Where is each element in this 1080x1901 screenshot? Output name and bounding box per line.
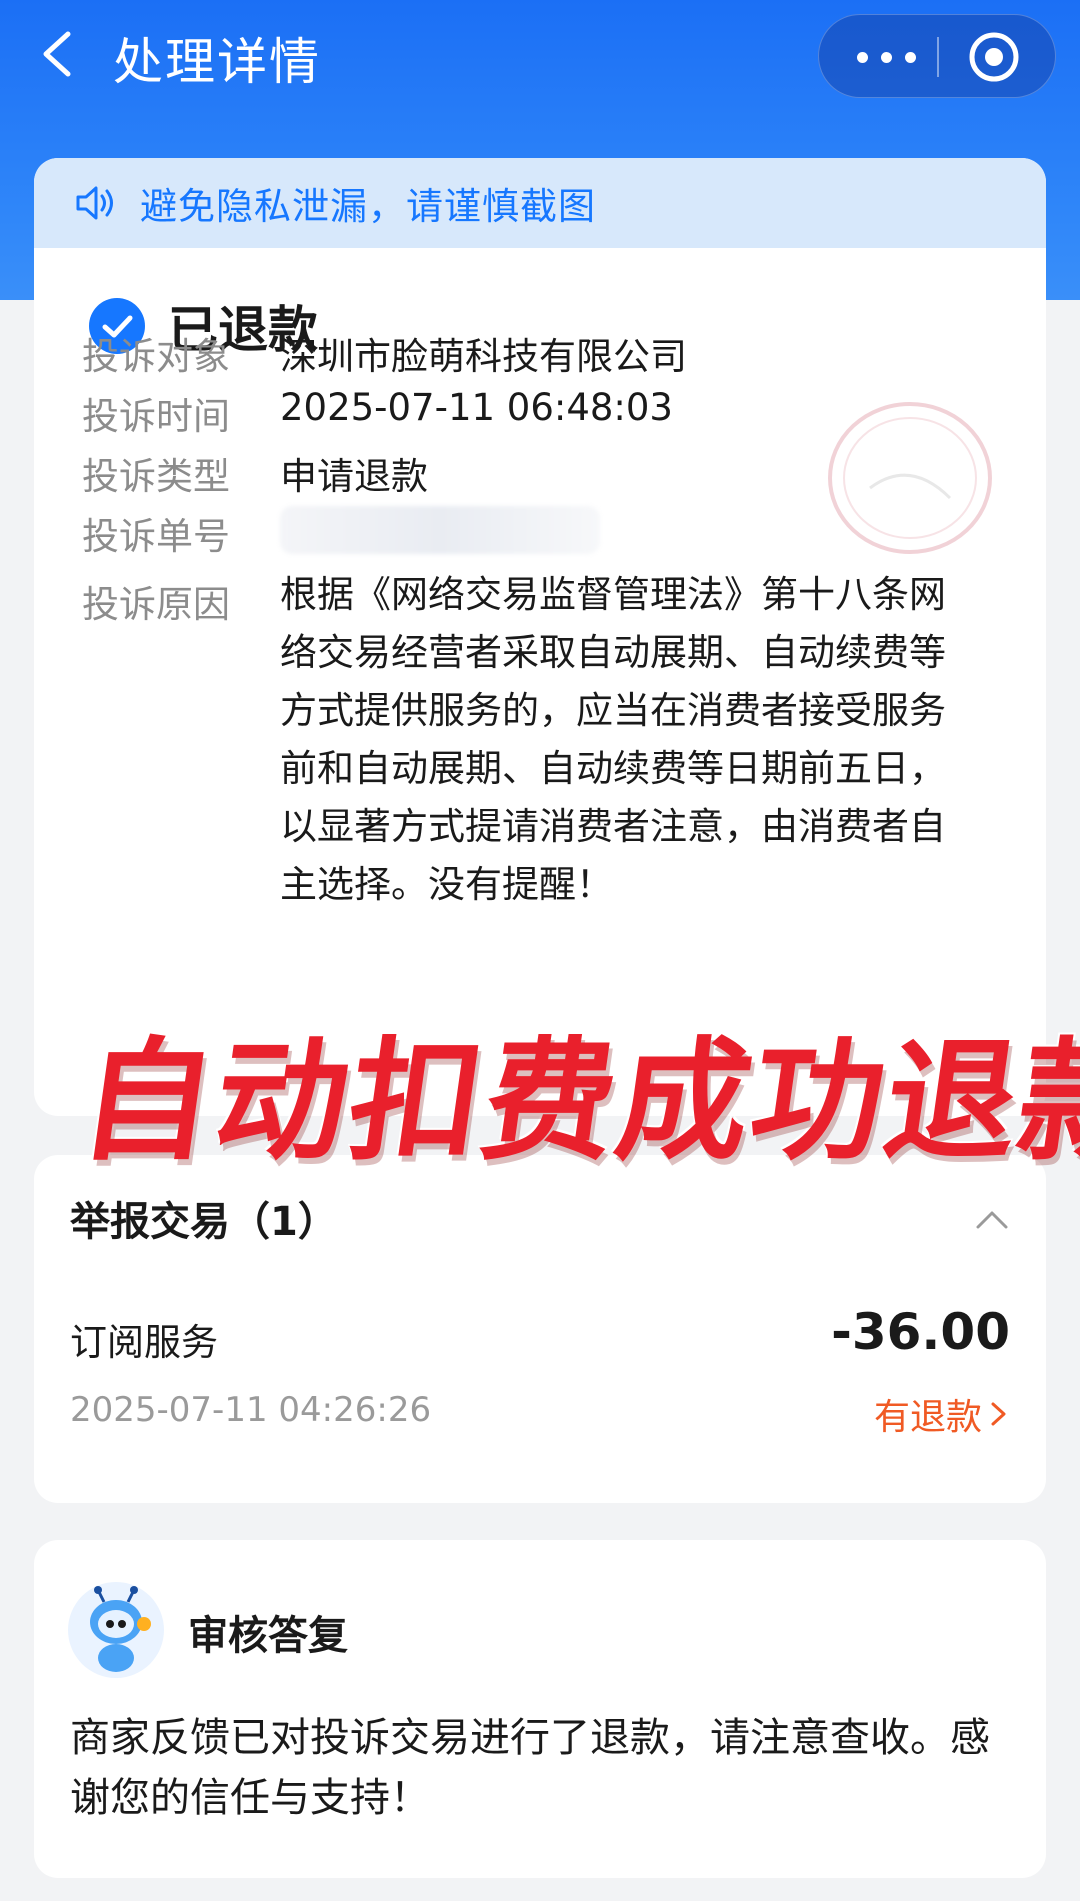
back-arrow-icon (43, 31, 71, 77)
trade-name: 订阅服务 (70, 1321, 218, 1364)
capsule-divider (937, 37, 939, 77)
complaint-reason-value: 根据《网络交易监督管理法》第十八条网络交易经营者采取自动展期、自动续费等方式提供… (280, 573, 946, 906)
info-row-type: 投诉类型 申请退款 (82, 446, 428, 500)
complaint-type-value: 申请退款 (280, 455, 428, 498)
reply-title: 审核答复 (188, 1613, 348, 1659)
trade-amount: -36.00 (831, 1303, 1010, 1361)
capsule-menu (818, 14, 1056, 98)
info-label: 投诉对象 (82, 335, 230, 378)
more-button[interactable] (849, 15, 929, 99)
complaint-time-value: 2025-07-11 06:48:03 (280, 386, 673, 429)
complaint-target-value: 深圳市脸萌科技有限公司 (280, 335, 687, 378)
page-title: 处理详情 (113, 33, 321, 91)
info-label: 投诉时间 (82, 395, 230, 438)
chevron-up-icon[interactable] (972, 1199, 1012, 1239)
target-icon (969, 32, 1019, 82)
info-row-time: 投诉时间 2025-07-11 06:48:03 (82, 386, 673, 440)
refund-link-label: 有退款 (873, 1397, 982, 1438)
info-label: 投诉原因 (82, 583, 230, 626)
back-button[interactable] (34, 26, 84, 82)
top-bar: 处理详情 (0, 0, 1080, 110)
overlay-caption: 自动扣费成功退款 (71, 1025, 1080, 1179)
info-row-target: 投诉对象 深圳市脸萌科技有限公司 (82, 326, 687, 380)
info-row-reason: 投诉原因 根据《网络交易监督管理法》第十八条网络交易经营者采取自动展期、自动续费… (82, 573, 980, 914)
reply-text: 商家反馈已对投诉交易进行了退款，请注意查收。感谢您的信任与支持！ (70, 1715, 990, 1821)
more-dots-icon (857, 52, 868, 63)
privacy-notice-text: 避免隐私泄漏，请谨慎截图 (140, 185, 596, 228)
info-row-number: 投诉单号 (82, 506, 600, 560)
complaint-card: 避免隐私泄漏，请谨慎截图 已退款 投诉对象 深圳市脸萌科技有限公司 投诉时间 2… (34, 158, 1046, 1116)
trade-section-title: 举报交易（1） (70, 1199, 338, 1245)
close-miniapp-button[interactable] (967, 30, 1021, 84)
complaint-number-blurred (280, 506, 600, 554)
reported-trade-card: 举报交易（1） 订阅服务 -36.00 2025-07-11 04:26:26 … (34, 1155, 1046, 1503)
review-reply-card: 审核答复 商家反馈已对投诉交易进行了退款，请注意查收。感谢您的信任与支持！ (34, 1540, 1046, 1878)
robot-avatar-icon (68, 1582, 164, 1678)
info-label: 投诉类型 (82, 455, 230, 498)
merchant-stamp-icon (828, 402, 992, 554)
trade-time: 2025-07-11 04:26:26 (70, 1390, 432, 1430)
chevron-right-icon (991, 1402, 1006, 1426)
refund-link[interactable]: 有退款 (874, 1388, 1010, 1440)
privacy-notice: 避免隐私泄漏，请谨慎截图 (34, 158, 1046, 248)
speaker-icon (76, 186, 113, 220)
info-label: 投诉单号 (82, 515, 230, 558)
